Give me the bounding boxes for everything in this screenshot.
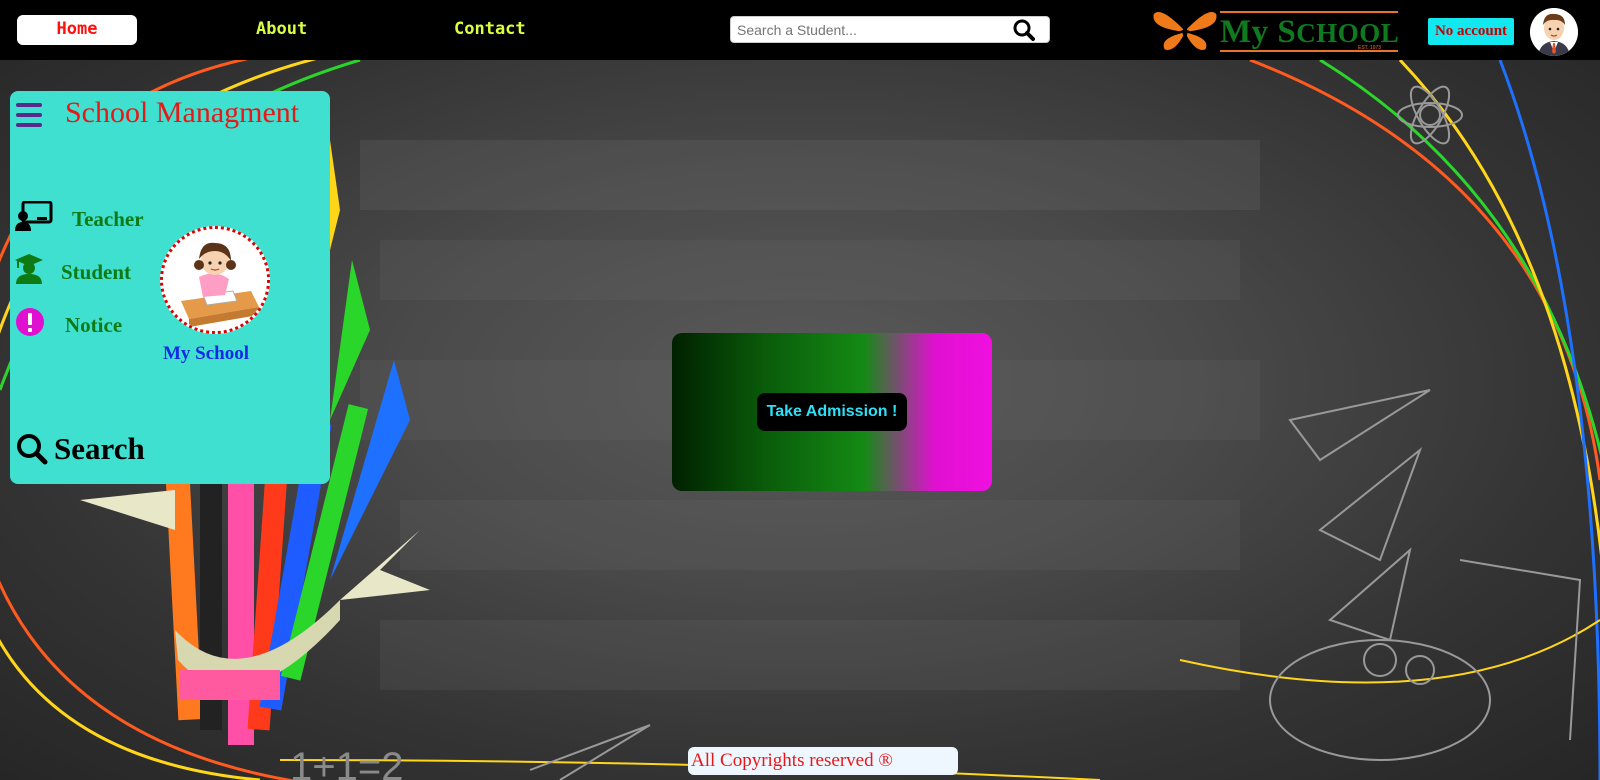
- user-avatar[interactable]: [1530, 8, 1578, 56]
- sidebar-search-label: Search: [54, 431, 145, 466]
- sidebar-search[interactable]: Search: [16, 431, 156, 471]
- search-icon: [16, 433, 48, 470]
- sidebar-item-label: Notice: [65, 313, 123, 337]
- nav-contact-link[interactable]: Contact: [454, 15, 526, 45]
- admission-card: Take Admission !: [672, 333, 992, 491]
- copyright-footer: All Copyrights reserved ®: [688, 747, 958, 775]
- sidebar-item-label: Student: [61, 260, 132, 284]
- sidebar-item-label: Teacher: [72, 207, 144, 231]
- no-account-button[interactable]: No account: [1428, 18, 1514, 45]
- logo-established: EST. 1973: [1358, 45, 1382, 51]
- student-icon: [15, 254, 43, 289]
- student-search-bar: [730, 16, 1050, 43]
- search-icon[interactable]: [1013, 19, 1035, 46]
- sidebar-item-teacher[interactable]: Teacher: [15, 200, 165, 241]
- sidebar-item-student[interactable]: Student: [15, 254, 155, 294]
- notice-icon: [15, 307, 45, 342]
- sidebar-item-notice[interactable]: Notice: [15, 307, 155, 347]
- logo-rule-top: [1220, 11, 1398, 13]
- student-reading-illustration: [163, 229, 267, 331]
- sidebar-title: School Managment: [65, 96, 300, 129]
- svg-text:1+1=2: 1+1=2: [290, 745, 403, 780]
- nav-home-link[interactable]: Home: [17, 15, 137, 45]
- butterfly-icon: [1152, 10, 1218, 52]
- hamburger-menu-icon[interactable]: [16, 103, 42, 132]
- school-profile-picture: [160, 226, 270, 334]
- take-admission-button[interactable]: Take Admission !: [757, 393, 907, 431]
- teacher-icon: [15, 200, 53, 236]
- sidebar: School Managment Teacher Student Notice …: [10, 91, 330, 484]
- school-profile-name: My School: [163, 343, 250, 364]
- nav-about-link[interactable]: About: [256, 15, 307, 45]
- student-search-input[interactable]: [737, 20, 997, 39]
- top-navbar: Home About Contact My SCHOOL EST. 1973 N…: [0, 0, 1600, 60]
- my-school-logo[interactable]: My SCHOOL EST. 1973: [1150, 8, 1399, 54]
- user-avatar-icon: [1530, 8, 1578, 56]
